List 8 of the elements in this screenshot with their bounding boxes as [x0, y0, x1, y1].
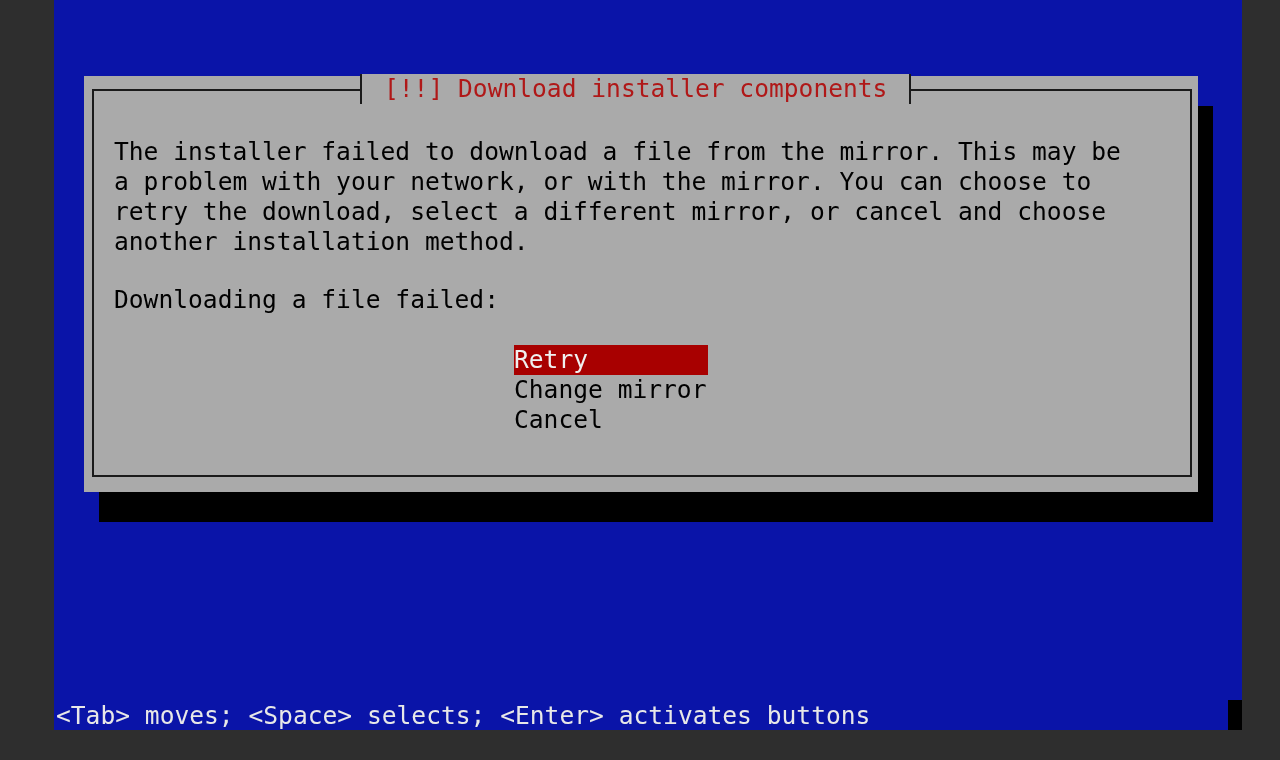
dialog-message: The installer failed to download a file from the mirror. This may be a problem with your network, or with the mirror. You can choose to retry the download, select a different mirror, or cancel and choose another installation method.	[114, 137, 1122, 257]
menu-option[interactable]: Cancel	[514, 405, 708, 435]
dialog-prompt: Downloading a file failed:	[114, 285, 500, 315]
menu-option[interactable]: Retry	[514, 345, 708, 375]
terminal-cursor	[1228, 700, 1242, 730]
help-line: <Tab> moves; <Space> selects; <Enter> activates buttons	[55, 702, 871, 730]
menu-option[interactable]: Change mirror	[514, 375, 708, 405]
dialog-title: [!!] Download installer components	[360, 74, 912, 104]
